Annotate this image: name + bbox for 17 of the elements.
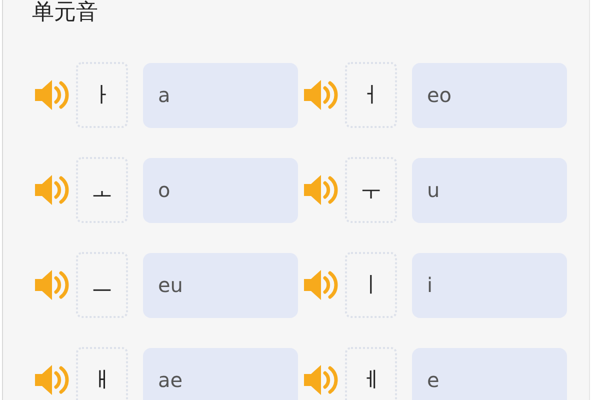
answer-box[interactable]: e [412, 348, 567, 400]
letter-tile: ㅔ [345, 347, 397, 400]
letter-tile: ㅓ [345, 62, 397, 128]
answer-box[interactable]: a [143, 62, 298, 128]
answer-box[interactable]: i [412, 252, 567, 318]
letter-tile: ㅜ [345, 157, 397, 223]
letter-tile: ㅏ [76, 62, 128, 128]
section-title: 单元音 [32, 0, 99, 26]
answer-box[interactable]: eu [143, 252, 298, 318]
answer-box[interactable]: u [412, 158, 567, 222]
letter-tile: ㅗ [76, 157, 128, 223]
answer-box[interactable]: ae [143, 348, 298, 400]
letter-tile: ㅐ [76, 347, 128, 400]
answer-box[interactable]: eo [412, 62, 567, 128]
answer-box[interactable]: o [143, 158, 298, 222]
letter-tile: ㅣ [345, 252, 397, 318]
letter-tile: ㅡ [76, 252, 128, 318]
